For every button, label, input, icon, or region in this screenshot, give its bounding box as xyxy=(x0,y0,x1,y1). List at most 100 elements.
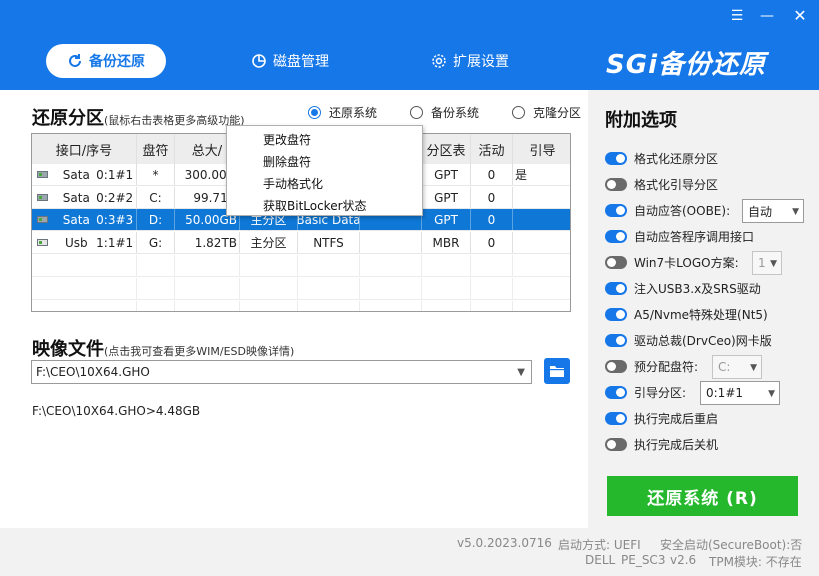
model-version-text: v2.6 xyxy=(670,553,697,567)
toggle-switch[interactable] xyxy=(605,255,627,269)
column-header[interactable]: 活动 xyxy=(471,134,513,164)
option-win7-logo[interactable]: Win7卡LOGO方案: xyxy=(605,252,739,272)
active-cell: 0 xyxy=(471,164,513,185)
tab-label: 扩展设置 xyxy=(453,54,509,70)
image-file-title[interactable]: 映像文件(点击我可查看更多WIM/ESD映像详情) xyxy=(32,335,294,361)
toggle-switch[interactable] xyxy=(605,203,627,217)
section-hint: (点击我可查看更多WIM/ESD映像详情) xyxy=(104,345,295,358)
boot-cell xyxy=(513,232,570,253)
win7-logo-select[interactable]: 1 ▼ xyxy=(752,251,782,275)
section-title-text: 还原分区 xyxy=(32,108,104,129)
close-icon[interactable]: ✕ xyxy=(788,6,812,26)
iface-text: Sata xyxy=(62,167,90,182)
option-nvme[interactable]: A5/Nvme特殊处理(Nt5) xyxy=(605,304,768,324)
option-label: 驱动总裁(DrvCeo)网卡版 xyxy=(634,333,772,348)
toggle-switch[interactable] xyxy=(605,385,627,399)
table-row[interactable]: Usb 1:1#1 G: 1.82TB 主分区 NTFS MBR 0 xyxy=(32,232,570,254)
boot-partition-select[interactable]: 0:1#1 ▼ xyxy=(700,381,780,405)
option-label: 预分配盘符: xyxy=(634,359,699,374)
select-value: 自动 xyxy=(748,204,773,219)
option-drvceo[interactable]: 驱动总裁(DrvCeo)网卡版 xyxy=(605,330,772,350)
chevron-down-icon: ▼ xyxy=(792,207,799,217)
image-path-select[interactable]: F:\CEO\10X64.GHO ▼ xyxy=(31,360,532,384)
iface-text: Usb xyxy=(64,235,88,250)
tab-label: 备份还原 xyxy=(89,54,145,70)
section-hint: (鼠标右击表格更多高级功能) xyxy=(104,114,245,127)
column-header[interactable]: 分区表 xyxy=(422,134,471,164)
toggle-switch[interactable] xyxy=(605,151,627,165)
option-format-boot[interactable]: 格式化引导分区 xyxy=(605,174,718,194)
option-prealloc-letter[interactable]: 预分配盘符: xyxy=(605,356,698,376)
restore-system-button[interactable]: 还原系统 (R) xyxy=(607,476,798,516)
option-usb3-srs[interactable]: 注入USB3.x及SRS驱动 xyxy=(605,278,761,298)
toggle-switch[interactable] xyxy=(605,359,627,373)
radio-clone-partition[interactable]: 克隆分区 xyxy=(512,104,581,121)
scheme-cell: MBR xyxy=(422,232,471,253)
toggle-switch[interactable] xyxy=(605,437,627,451)
option-reboot-after[interactable]: 执行完成后重启 xyxy=(605,408,718,428)
chevron-down-icon[interactable]: ▼ xyxy=(517,367,525,378)
app-window: ☰ — ✕ 备份还原 磁盘管理 扩展设置 SGi备份还原 还原分区(鼠标右击表格… xyxy=(0,0,819,576)
chevron-down-icon: ▼ xyxy=(750,363,757,373)
secure-boot-text: 安全启动(SecureBoot):否 xyxy=(660,538,803,552)
gear-icon xyxy=(432,54,446,68)
toggle-switch[interactable] xyxy=(605,177,627,191)
column-header[interactable]: 盘符 xyxy=(137,134,175,164)
column-header[interactable]: 引导 xyxy=(513,134,570,164)
option-format-restore[interactable]: 格式化还原分区 xyxy=(605,148,718,168)
drive-cell: * xyxy=(137,164,175,185)
usb-drive-icon xyxy=(37,239,49,246)
menu-item-change-letter[interactable]: 更改盘符 xyxy=(227,129,422,151)
tab-backup-restore[interactable]: 备份还原 xyxy=(46,44,166,78)
option-oobe[interactable]: 自动应答(OOBE): xyxy=(605,200,730,220)
select-value: 1 xyxy=(758,256,766,270)
iface-cell: Sata 0:3#3 xyxy=(32,209,137,230)
radio-dot[interactable] xyxy=(410,106,423,119)
option-shutdown-after[interactable]: 执行完成后关机 xyxy=(605,434,718,454)
radio-dot[interactable] xyxy=(308,106,321,119)
radio-backup-system[interactable]: 备份系统 xyxy=(410,104,479,121)
menu-item-delete-letter[interactable]: 删除盘符 xyxy=(227,151,422,173)
extras-title: 附加选项 xyxy=(605,110,677,131)
toggle-switch[interactable] xyxy=(605,281,627,295)
image-path-value: F:\CEO\10X64.GHO xyxy=(36,365,150,379)
option-oobe-interface[interactable]: 自动应答程序调用接口 xyxy=(605,226,754,246)
minimize-icon[interactable]: — xyxy=(755,6,779,26)
radio-restore-system[interactable]: 还原系统 xyxy=(308,104,377,121)
prealloc-letter-select[interactable]: C: ▼ xyxy=(712,355,762,379)
menu-item-format[interactable]: 手动格式化 xyxy=(227,173,422,195)
tab-extended-settings[interactable]: 扩展设置 xyxy=(420,44,520,78)
column-header[interactable]: 接口/序号 xyxy=(32,134,137,164)
empty-row xyxy=(32,301,570,311)
option-label: Win7卡LOGO方案: xyxy=(634,255,739,270)
option-label: 自动应答程序调用接口 xyxy=(634,229,755,244)
option-label: A5/Nvme特殊处理(Nt5) xyxy=(634,307,768,322)
tab-disk-management[interactable]: 磁盘管理 xyxy=(240,44,340,78)
seq-text: 1:1#1 xyxy=(96,235,134,250)
section-title-text: 映像文件 xyxy=(32,339,104,360)
drive-cell: C: xyxy=(137,187,175,208)
radio-label: 备份系统 xyxy=(431,106,480,120)
menu-icon[interactable]: ☰ xyxy=(725,6,749,26)
label-cell xyxy=(360,232,422,253)
folder-icon xyxy=(550,366,564,377)
oobe-select[interactable]: 自动 ▼ xyxy=(742,199,804,223)
iface-cell: Sata 0:2#2 xyxy=(32,187,137,208)
menu-item-bitlocker[interactable]: 获取BitLocker状态 xyxy=(227,195,422,217)
toggle-switch[interactable] xyxy=(605,333,627,347)
radio-label: 克隆分区 xyxy=(533,106,582,120)
app-logo: SGi备份还原 xyxy=(606,50,766,80)
boot-cell xyxy=(513,209,570,230)
scheme-cell: GPT xyxy=(422,187,471,208)
browse-folder-button[interactable] xyxy=(544,358,570,384)
active-cell: 0 xyxy=(471,209,513,230)
radio-dot[interactable] xyxy=(512,106,525,119)
toggle-switch[interactable] xyxy=(605,229,627,243)
status-bar: v5.0.2023.0716 启动方式: UEFI 安全启动(SecureBoo… xyxy=(0,528,819,576)
vendor-text: DELL xyxy=(585,553,616,567)
model-text: PE_SC3 xyxy=(621,553,666,567)
toggle-switch[interactable] xyxy=(605,411,627,425)
option-boot-partition[interactable]: 引导分区: xyxy=(605,382,686,402)
hard-disk-icon xyxy=(37,171,49,178)
toggle-switch[interactable] xyxy=(605,307,627,321)
